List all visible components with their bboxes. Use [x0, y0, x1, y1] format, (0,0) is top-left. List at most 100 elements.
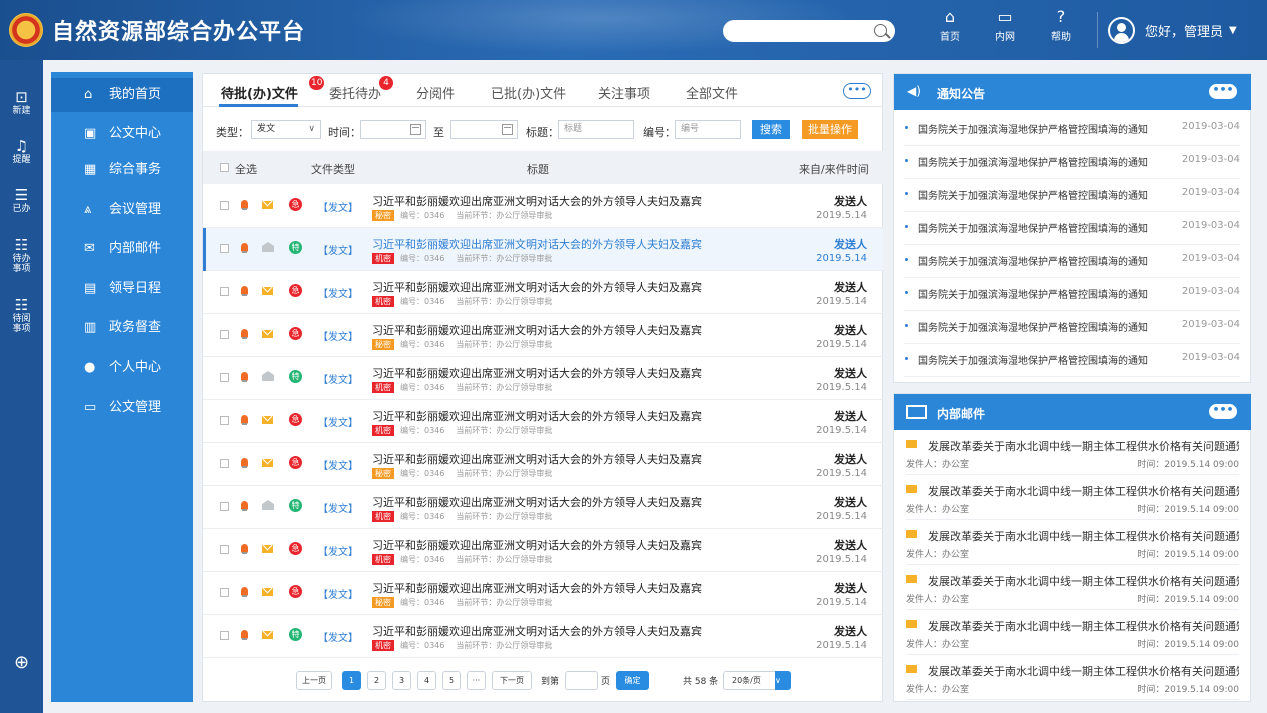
type-select[interactable]: 发文 ∨: [251, 120, 321, 139]
quick-todo[interactable]: ☷ 待办 事项: [0, 236, 43, 274]
notice-item[interactable]: 国务院关于加强滨海湿地保护严格管控围填海的通知 2019-03-04: [904, 311, 1240, 344]
select-all-checkbox[interactable]: [220, 163, 229, 172]
doc-type[interactable]: 【发文】: [318, 371, 358, 386]
page-1[interactable]: 1: [342, 671, 361, 690]
end-date-field[interactable]: [450, 120, 518, 139]
doc-title[interactable]: 习近平和彭丽媛欢迎出席亚洲文明对话大会的外方领导人夫妇及嘉宾: [372, 279, 702, 295]
quick-done[interactable]: ☰ 已办: [0, 186, 43, 214]
sidebar-item-schedule[interactable]: ▤ 领导日程: [51, 272, 193, 306]
sidebar-item-mail[interactable]: ✉ 内部邮件: [51, 232, 193, 266]
doc-type[interactable]: 【发文】: [318, 285, 358, 300]
row-checkbox[interactable]: [220, 330, 229, 339]
row-checkbox[interactable]: [220, 201, 229, 210]
notice-text[interactable]: 国务院关于加强滨海湿地保护严格管控围填海的通知: [918, 352, 1148, 367]
sidebar-item-affairs[interactable]: ▦ 综合事务: [51, 153, 193, 187]
tab-all[interactable]: 全部文件: [686, 83, 738, 102]
notice-text[interactable]: 国务院关于加强滨海湿地保护严格管控围填海的通知: [918, 121, 1148, 136]
table-row[interactable]: 急 【发文】 习近平和彭丽媛欢迎出席亚洲文明对话大会的外方领导人夫妇及嘉宾 机密 编号：…: [203, 271, 883, 314]
nav-intranet[interactable]: ▭ 内网: [977, 6, 1033, 54]
notice-item[interactable]: 国务院关于加强滨海湿地保护严格管控围填海的通知 2019-03-04: [904, 212, 1240, 245]
doc-title[interactable]: 习近平和彭丽媛欢迎出席亚洲文明对话大会的外方领导人夫妇及嘉宾: [372, 322, 702, 338]
page-4[interactable]: 4: [417, 671, 436, 690]
row-checkbox[interactable]: [220, 373, 229, 382]
quick-remind[interactable]: ♫ 提醒: [0, 137, 43, 165]
table-row[interactable]: 急 【发文】 习近平和彭丽媛欢迎出席亚洲文明对话大会的外方领导人夫妇及嘉宾 秘密 编号：…: [203, 443, 883, 486]
tab-followed[interactable]: 关注事项: [598, 83, 650, 102]
number-input[interactable]: 编号: [675, 120, 741, 139]
notice-text[interactable]: 国务院关于加强滨海湿地保护严格管控围填海的通知: [918, 187, 1148, 202]
doc-title[interactable]: 习近平和彭丽媛欢迎出席亚洲文明对话大会的外方领导人夫妇及嘉宾: [372, 408, 702, 424]
mail-item[interactable]: 发展改革委关于南水北调中线一期主体工程供水价格有关问题通知... 发件人：办公室 时…: [906, 659, 1239, 700]
doc-title[interactable]: 习近平和彭丽媛欢迎出席亚洲文明对话大会的外方领导人夫妇及嘉宾: [372, 537, 702, 553]
notice-item[interactable]: 国务院关于加强滨海湿地保护严格管控围填海的通知 2019-03-04: [904, 146, 1240, 179]
notice-text[interactable]: 国务院关于加强滨海湿地保护严格管控围填海的通知: [918, 286, 1148, 301]
tab-approved[interactable]: 已批(办)文件: [491, 83, 566, 102]
page-5[interactable]: 5: [442, 671, 461, 690]
tab-pending[interactable]: 待批(办)文件 10: [221, 76, 325, 102]
title-input[interactable]: 标题: [558, 120, 634, 139]
notice-item[interactable]: 国务院关于加强滨海湿地保护严格管控围填海的通知 2019-03-04: [904, 113, 1240, 146]
table-row[interactable]: 急 【发文】 习近平和彭丽媛欢迎出席亚洲文明对话大会的外方领导人夫妇及嘉宾 秘密 编号：…: [203, 314, 883, 357]
table-row[interactable]: 急 【发文】 习近平和彭丽媛欢迎出席亚洲文明对话大会的外方领导人夫妇及嘉宾 机密 编号：…: [203, 529, 883, 572]
doc-title[interactable]: 习近平和彭丽媛欢迎出席亚洲文明对话大会的外方领导人夫妇及嘉宾: [372, 623, 702, 639]
notice-item[interactable]: 国务院关于加强滨海湿地保护严格管控围填海的通知 2019-03-04: [904, 278, 1240, 311]
row-checkbox[interactable]: [220, 545, 229, 554]
mail-subject[interactable]: 发展改革委关于南水北调中线一期主体工程供水价格有关问题通知...: [928, 573, 1239, 589]
doc-title[interactable]: 习近平和彭丽媛欢迎出席亚洲文明对话大会的外方领导人夫妇及嘉宾: [372, 236, 702, 252]
nav-help[interactable]: ? 帮助: [1033, 6, 1089, 54]
mail-subject[interactable]: 发展改革委关于南水北调中线一期主体工程供水价格有关问题通知...: [928, 438, 1239, 454]
row-checkbox[interactable]: [220, 244, 229, 253]
doc-type[interactable]: 【发文】: [318, 414, 358, 429]
mail-subject[interactable]: 发展改革委关于南水北调中线一期主体工程供水价格有关问题通知...: [928, 528, 1239, 544]
mail-item[interactable]: 发展改革委关于南水北调中线一期主体工程供水价格有关问题通知... 发件人：办公室 时…: [906, 569, 1239, 610]
row-checkbox[interactable]: [220, 631, 229, 640]
quick-to-read[interactable]: ☷ 待阅 事项: [0, 296, 43, 334]
table-row[interactable]: 特 【发文】 习近平和彭丽媛欢迎出席亚洲文明对话大会的外方领导人夫妇及嘉宾 机密 编号：…: [203, 486, 883, 529]
page-3[interactable]: 3: [392, 671, 411, 690]
calendar-icon[interactable]: [410, 124, 421, 135]
notice-text[interactable]: 国务院关于加强滨海湿地保护严格管控围填海的通知: [918, 253, 1148, 268]
notice-more-button[interactable]: •••: [1209, 84, 1237, 99]
row-checkbox[interactable]: [220, 416, 229, 425]
doc-title[interactable]: 习近平和彭丽媛欢迎出席亚洲文明对话大会的外方领导人夫妇及嘉宾: [372, 193, 702, 209]
table-row[interactable]: 急 【发文】 习近平和彭丽媛欢迎出席亚洲文明对话大会的外方领导人夫妇及嘉宾 秘密 编号：…: [203, 185, 883, 228]
row-checkbox[interactable]: [220, 502, 229, 511]
notice-item[interactable]: 国务院关于加强滨海湿地保护严格管控围填海的通知 2019-03-04: [904, 179, 1240, 212]
doc-type[interactable]: 【发文】: [318, 328, 358, 343]
calendar-icon[interactable]: [502, 124, 513, 135]
mail-item[interactable]: 发展改革委关于南水北调中线一期主体工程供水价格有关问题通知... 发件人：办公室 时…: [906, 479, 1239, 520]
user-menu[interactable]: 您好，管理员 ▼: [1108, 16, 1237, 44]
page-ellipsis[interactable]: ···: [467, 671, 486, 690]
mail-item[interactable]: 发展改革委关于南水北调中线一期主体工程供水价格有关问题通知... 发件人：办公室 时…: [906, 614, 1239, 655]
mail-subject[interactable]: 发展改革委关于南水北调中线一期主体工程供水价格有关问题通知...: [928, 663, 1239, 679]
mail-more-button[interactable]: •••: [1209, 404, 1237, 419]
table-row[interactable]: 特 【发文】 习近平和彭丽媛欢迎出席亚洲文明对话大会的外方领导人夫妇及嘉宾 机密 编号：…: [203, 228, 883, 271]
tab-circulate[interactable]: 分阅件: [416, 83, 455, 102]
notice-item[interactable]: 国务院关于加强滨海湿地保护严格管控围填海的通知 2019-03-04: [904, 245, 1240, 278]
mail-item[interactable]: 发展改革委关于南水北调中线一期主体工程供水价格有关问题通知... 发件人：办公室 时…: [906, 434, 1239, 475]
sidebar-item-profile[interactable]: ● 个人中心: [51, 351, 193, 385]
search-icon[interactable]: [874, 24, 887, 37]
row-checkbox[interactable]: [220, 287, 229, 296]
table-row[interactable]: 特 【发文】 习近平和彭丽媛欢迎出席亚洲文明对话大会的外方领导人夫妇及嘉宾 机密 编号：…: [203, 615, 883, 658]
notice-item[interactable]: 国务院关于加强滨海湿地保护严格管控围填海的通知 2019-03-04: [904, 344, 1240, 377]
sidebar-item-doc-admin[interactable]: ▭ 公文管理: [51, 391, 193, 425]
row-checkbox[interactable]: [220, 459, 229, 468]
notice-text[interactable]: 国务院关于加强滨海湿地保护严格管控围填海的通知: [918, 220, 1148, 235]
doc-type[interactable]: 【发文】: [318, 242, 358, 257]
doc-type[interactable]: 【发文】: [318, 500, 358, 515]
quick-add[interactable]: ⊕: [0, 654, 43, 672]
doc-type[interactable]: 【发文】: [318, 543, 358, 558]
confirm-button[interactable]: 确定: [616, 671, 649, 690]
goto-page-input[interactable]: [565, 671, 598, 690]
page-2[interactable]: 2: [367, 671, 386, 690]
mail-subject[interactable]: 发展改革委关于南水北调中线一期主体工程供水价格有关问题通知...: [928, 618, 1239, 634]
doc-type[interactable]: 【发文】: [318, 199, 358, 214]
doc-title[interactable]: 习近平和彭丽媛欢迎出席亚洲文明对话大会的外方领导人夫妇及嘉宾: [372, 365, 702, 381]
page-size-select[interactable]: 20条/页 ∨: [723, 671, 791, 690]
tab-delegated[interactable]: 委托待办 4: [329, 76, 393, 102]
search-input[interactable]: [723, 20, 895, 42]
doc-type[interactable]: 【发文】: [318, 586, 358, 601]
row-checkbox[interactable]: [220, 588, 229, 597]
quick-new[interactable]: ⊡ 新建: [0, 88, 43, 116]
